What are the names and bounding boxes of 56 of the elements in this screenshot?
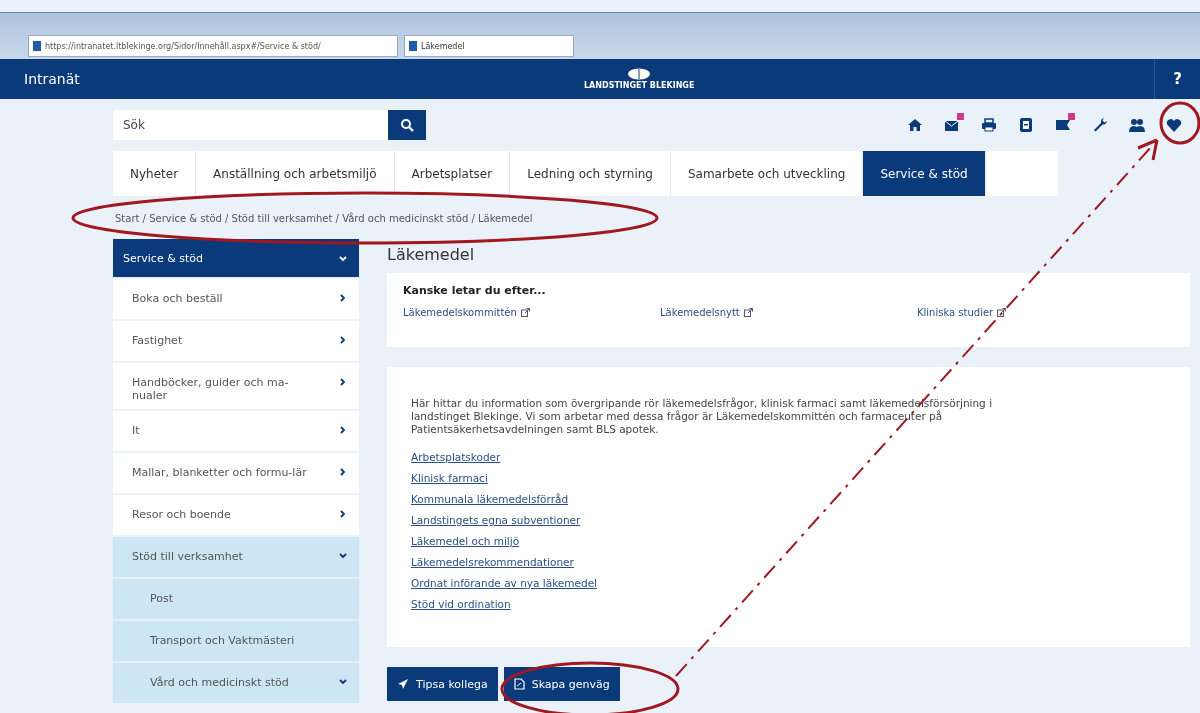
browser-tab[interactable]: Läkemedel [404, 35, 574, 57]
site-title: Intranät [23, 71, 81, 87]
help-button[interactable]: ? [1154, 59, 1200, 99]
people-icon[interactable] [1128, 116, 1146, 134]
sidebar-subitem[interactable]: Post [113, 579, 359, 619]
chevron-icon [339, 255, 347, 263]
content-link[interactable]: Läkemedel och miljö [411, 533, 520, 549]
sidebar-item[interactable]: Boka och beställ [113, 279, 359, 319]
nav-tab[interactable]: Service & stöd [863, 151, 986, 196]
sidebar-subitem[interactable]: Transport och Vaktmästeri [113, 621, 359, 661]
chevron-icon [339, 378, 347, 386]
content-link[interactable]: Stöd vid ordination [411, 596, 511, 612]
search-button[interactable] [388, 110, 426, 140]
chevron-icon [339, 294, 347, 302]
chevron-icon [339, 468, 347, 476]
sidebar-item[interactable]: Stöd till verksamhet [113, 537, 359, 577]
print-icon[interactable] [980, 116, 998, 134]
external-link-icon [743, 308, 753, 317]
external-link[interactable]: Läkemedelsnytt [660, 307, 740, 318]
logo-text: LANDSTINGET BLEKINGE [584, 81, 695, 90]
content-link[interactable]: Arbetsplatskoder [411, 449, 501, 465]
breadcrumb: Start / Service & stöd / Stöd till verksamhet / Vård och medicinskt stöd / Läkemedel [115, 213, 533, 226]
emblem-icon [627, 68, 652, 80]
content-link[interactable]: Ordnat införande av nya läkemedel [411, 575, 598, 591]
external-link[interactable]: Kliniska studier [917, 307, 994, 318]
book-icon[interactable] [1017, 116, 1035, 134]
chevron-icon [339, 678, 347, 686]
chevron-icon [339, 510, 347, 518]
search-field[interactable]: Sök [113, 110, 388, 140]
chevron-icon [339, 336, 347, 344]
sidebar-item[interactable]: Handböcker, guider och ma-nualer [113, 363, 359, 409]
heart-icon[interactable] [1165, 116, 1183, 134]
sidebar-item[interactable]: Fastighet [113, 321, 359, 361]
create-shortcut-button[interactable]: Skapa genväg [503, 667, 620, 701]
external-link-icon [520, 308, 530, 317]
content-link[interactable]: Läkemedelsrekommendationer [411, 554, 574, 570]
sidebar-header[interactable]: Service & stöd [113, 239, 359, 277]
content-link[interactable]: Kommunala läkemedelsförråd [411, 491, 569, 507]
sidebar-item[interactable]: Mallar, blanketter och formu-lär [113, 453, 359, 493]
suggestions-heading: Kanske letar du efter... [403, 284, 547, 297]
content-link[interactable]: Klinisk farmaci [411, 470, 488, 486]
content-link[interactable]: Landstingets egna subventioner [411, 512, 581, 528]
chevron-icon [339, 552, 347, 560]
send-icon [397, 678, 409, 690]
external-link-icon [997, 308, 1007, 317]
chevron-icon [339, 426, 347, 434]
search-icon [400, 118, 414, 132]
home-icon[interactable] [906, 116, 924, 134]
sidebar-item[interactable]: Resor och boende [113, 495, 359, 535]
sidebar-item[interactable]: It [113, 411, 359, 451]
tip-colleague-button[interactable]: Tipsa kollega [387, 667, 498, 701]
sidebar-subitem[interactable]: Vård och medicinskt stöd [113, 663, 359, 703]
address-bar[interactable]: https://intranatet.ltblekinge.org/Sidor/Innehåll.aspx#/Service & stöd/ [28, 35, 398, 57]
page-title: Läkemedel [387, 245, 476, 265]
document-icon [513, 678, 525, 690]
external-link[interactable]: Läkemedelskommittén [403, 307, 517, 318]
